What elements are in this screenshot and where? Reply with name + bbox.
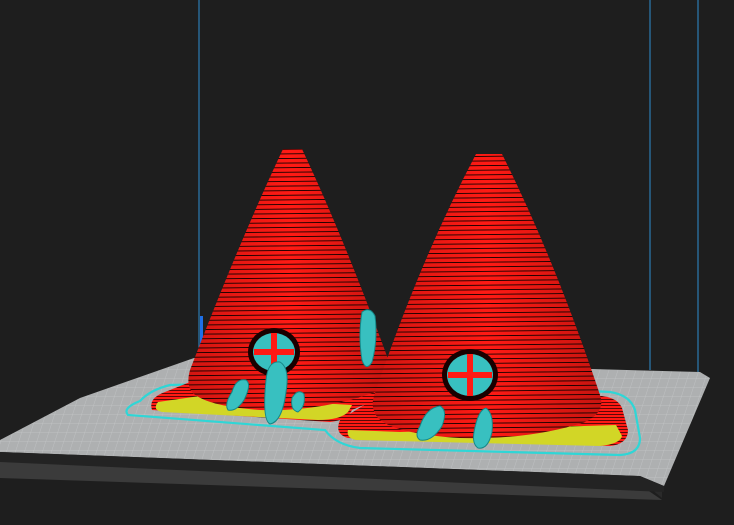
layer-view-3d-viewport[interactable] xyxy=(0,0,734,525)
cone-right-window xyxy=(442,349,498,401)
